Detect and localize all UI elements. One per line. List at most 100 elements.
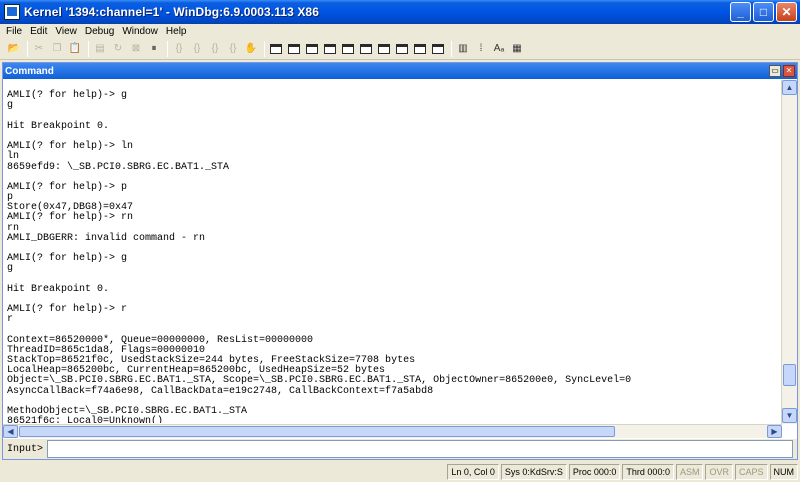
window-glyph (324, 43, 336, 54)
command-input[interactable] (47, 440, 793, 458)
minimize-button[interactable]: _ (730, 2, 751, 22)
command-output[interactable]: AMLI(? for help)-> g g Hit Breakpoint 0. AM… (7, 81, 781, 423)
hex-mode-icon[interactable]: ⁞ (473, 41, 489, 57)
window-glyph (396, 43, 408, 54)
toolbar-separator (264, 40, 265, 57)
output-line: AMLI(? for help)-> g (7, 90, 128, 102)
command-window: Command ▭ ✕ AMLI(? for help)-> g g Hit Bre… (2, 62, 798, 460)
run-to-cursor-icon[interactable]: {} (225, 41, 241, 57)
step-out-icon[interactable]: {} (207, 41, 223, 57)
output-line: Hit Breakpoint 0. (7, 120, 110, 132)
source-mode-on-icon[interactable]: ▥ (455, 41, 471, 57)
arrow-down-icon: ▼ (785, 411, 794, 420)
command-window-icon[interactable] (268, 41, 284, 57)
source-mode-icon[interactable] (430, 41, 446, 57)
command-window-close-button[interactable]: ✕ (783, 65, 795, 77)
status-proc: Proc 000:0 (568, 464, 621, 480)
open-folder-icon[interactable]: 📂 (6, 41, 22, 57)
window-glyph (306, 43, 318, 54)
close-icon: ✕ (785, 66, 793, 75)
output-line: g (7, 263, 14, 275)
toolbar: 📂 ✂ ❐ 📋 ▤ ↻ ⊠ ⏸ {} {} {} {} ✋ ▥ ⁞ Aₐ ▦ (0, 38, 800, 60)
output-line: AMLI(? for help)-> ln (7, 141, 134, 153)
command-window-menu-button[interactable]: ▭ (769, 65, 781, 77)
windbg-app-icon[interactable] (4, 4, 20, 20)
memory-window-icon[interactable] (340, 41, 356, 57)
output-line: AMLI(? for help)-> rn (7, 212, 134, 224)
status-ln-col: Ln 0, Col 0 (447, 464, 499, 480)
restart-icon[interactable]: ↻ (110, 41, 126, 57)
step-over-icon[interactable]: {} (189, 41, 205, 57)
cut-icon[interactable]: ✂ (31, 41, 47, 57)
status-thrd: Thrd 000:0 (622, 464, 674, 480)
break-icon[interactable]: ⏸ (146, 41, 162, 57)
maximize-button[interactable]: □ (753, 2, 774, 22)
arrow-up-icon: ▲ (785, 83, 794, 92)
horizontal-scrollbar[interactable]: ◀ ▶ (3, 424, 782, 438)
call-stack-window-icon[interactable] (358, 41, 374, 57)
output-line: AsyncCallBack=f74a6e98, CallBackData=e19… (7, 385, 434, 397)
registers-window-icon[interactable] (322, 41, 338, 57)
window-controls: _ □ ✕ (730, 2, 797, 22)
stop-debugging-icon[interactable]: ⊠ (128, 41, 144, 57)
arrow-left-icon: ◀ (7, 427, 14, 436)
hand-icon[interactable]: ✋ (243, 41, 259, 57)
output-line: 8659efd9: \_SB.PCI0.SBRG.EC.BAT1._STA (7, 161, 230, 173)
scroll-left-button[interactable]: ◀ (3, 425, 18, 438)
disassembly-window-icon[interactable] (376, 41, 392, 57)
menu-bar: File Edit View Debug Window Help (0, 24, 800, 38)
window-glyph (414, 43, 426, 54)
command-input-row: Input> (3, 439, 797, 459)
scroll-up-button[interactable]: ▲ (782, 80, 797, 95)
horizontal-scroll-thumb[interactable] (19, 426, 615, 437)
maximize-icon: □ (759, 5, 768, 19)
menu-view[interactable]: View (51, 26, 81, 37)
window-glyph (360, 43, 372, 54)
output-line: 86521f6c: Local0=Unknown() (7, 416, 164, 423)
vertical-scrollbar[interactable]: ▲ ▼ (781, 80, 797, 424)
close-icon: ✕ (781, 5, 792, 19)
status-asm: ASM (675, 464, 704, 480)
status-bar: Ln 0, Col 0 Sys 0:KdSrv:S Proc 000:0 Thr… (0, 462, 800, 482)
status-sys: Sys 0:KdSrv:S (500, 464, 567, 480)
vertical-scroll-thumb[interactable] (783, 364, 796, 386)
step-into-icon[interactable]: {} (171, 41, 187, 57)
menu-window[interactable]: Window (118, 26, 162, 37)
font-icon[interactable]: Aₐ (491, 41, 507, 57)
window-glyph (378, 43, 390, 54)
scroll-right-button[interactable]: ▶ (767, 425, 782, 438)
close-button[interactable]: ✕ (776, 2, 797, 22)
output-line: AMLI(? for help)-> g (7, 253, 128, 265)
go-icon[interactable]: ▤ (92, 41, 108, 57)
scratch-pad-icon[interactable] (394, 41, 410, 57)
command-window-title: Command (5, 65, 54, 77)
dock-icon: ▭ (771, 66, 779, 75)
scroll-down-button[interactable]: ▼ (782, 408, 797, 423)
toolbar-separator (167, 40, 168, 57)
locals-window-icon[interactable] (304, 41, 320, 57)
arrow-right-icon: ▶ (771, 427, 778, 436)
minimize-icon: _ (737, 5, 744, 19)
output-line: AMLI_DBGERR: invalid command - rn (7, 232, 206, 244)
window-glyph (432, 43, 444, 54)
window-title: Kernel '1394:channel=1' - WinDbg:6.9.000… (24, 5, 319, 19)
menu-debug[interactable]: Debug (81, 26, 118, 37)
processes-threads-icon[interactable] (412, 41, 428, 57)
status-caps: CAPS (734, 464, 768, 480)
menu-help[interactable]: Help (162, 26, 191, 37)
watch-window-icon[interactable] (286, 41, 302, 57)
output-line: AMLI(? for help)-> p (7, 181, 128, 193)
options-icon[interactable]: ▦ (509, 41, 525, 57)
menu-edit[interactable]: Edit (26, 26, 51, 37)
output-line: ln (7, 151, 20, 163)
output-line: r (7, 314, 14, 326)
input-prompt-label: Input> (7, 443, 44, 455)
copy-icon[interactable]: ❐ (49, 41, 65, 57)
output-line: Hit Breakpoint 0. (7, 283, 110, 295)
paste-icon[interactable]: 📋 (67, 41, 83, 57)
menu-file[interactable]: File (2, 26, 26, 37)
output-line: AMLI(? for help)-> r (7, 304, 128, 316)
status-ovr: OVR (705, 464, 733, 480)
